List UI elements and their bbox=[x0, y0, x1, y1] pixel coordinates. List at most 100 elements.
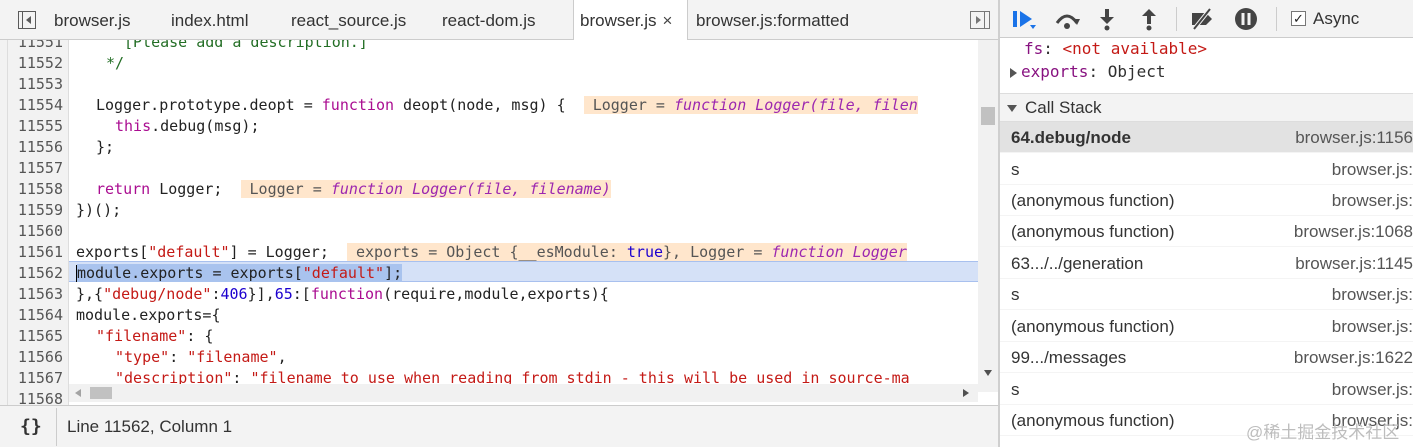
tab-browser-js-formatted[interactable]: browser.js:formatted bbox=[696, 0, 849, 40]
scope-key: fs bbox=[1024, 39, 1044, 58]
line-number[interactable]: 11557 bbox=[8, 158, 69, 179]
call-frame-location[interactable]: browser.js:1156 bbox=[1295, 122, 1413, 153]
call-frame-location[interactable]: browser.js: bbox=[1332, 374, 1413, 405]
step-over-icon[interactable] bbox=[1053, 7, 1081, 31]
code-token: Logger; bbox=[150, 180, 223, 198]
inline-token: Logger = bbox=[249, 180, 331, 198]
toggle-navigator-icon[interactable] bbox=[18, 11, 36, 29]
code-number: 406 bbox=[220, 285, 248, 303]
inline-keyword: function bbox=[771, 243, 844, 261]
call-frame-function: 99.../messages bbox=[1011, 348, 1127, 367]
collapse-arrow-icon[interactable] bbox=[1007, 105, 1017, 113]
code-token: , bbox=[277, 348, 287, 366]
call-frame-location[interactable]: browser.js: bbox=[1332, 154, 1413, 185]
code-token: exports[ bbox=[76, 243, 149, 261]
step-into-icon[interactable] bbox=[1096, 7, 1118, 31]
tab-browser-js[interactable]: browser.js bbox=[54, 0, 131, 40]
tab-react-dom-js[interactable]: react-dom.js bbox=[442, 0, 536, 40]
line-number[interactable]: 11556 bbox=[8, 137, 69, 158]
line-number[interactable]: 11567 bbox=[8, 368, 69, 389]
code-line: })(); bbox=[76, 201, 122, 219]
line-number[interactable]: 11560 bbox=[8, 221, 69, 242]
resume-icon[interactable] bbox=[1010, 7, 1038, 31]
toggle-debugger-icon[interactable] bbox=[970, 11, 990, 29]
vertical-scrollbar[interactable] bbox=[978, 40, 998, 392]
step-out-icon[interactable] bbox=[1138, 7, 1160, 31]
scroll-right-arrow-icon[interactable] bbox=[963, 389, 969, 397]
pause-on-exceptions-icon[interactable] bbox=[1233, 7, 1259, 31]
horizontal-scroll-thumb[interactable] bbox=[90, 387, 112, 399]
line-number[interactable]: 11564 bbox=[8, 305, 69, 326]
sources-panel: browser.js index.html react_source.js re… bbox=[0, 0, 998, 447]
selected-token: module.exports = exports[ bbox=[77, 264, 303, 282]
line-number[interactable]: 11568 bbox=[8, 389, 69, 405]
call-frame[interactable]: (anonymous function) browser.js: bbox=[1000, 185, 1413, 216]
call-stack-title: Call Stack bbox=[1025, 98, 1102, 117]
scroll-down-arrow-icon[interactable] bbox=[984, 370, 992, 376]
call-frame-location[interactable]: browser.js:1068 bbox=[1294, 216, 1413, 247]
line-number-gutter[interactable]: 11551 11552 11553 11554 11555 11556 1155… bbox=[8, 40, 69, 405]
pretty-print-button[interactable]: {} bbox=[20, 416, 42, 437]
code-line: return Logger; Logger = function Logger(… bbox=[96, 179, 611, 200]
code-editor[interactable]: 11551 11552 11553 11554 11555 11556 1155… bbox=[0, 40, 998, 405]
code-token: deopt(node, msg) { bbox=[394, 96, 566, 114]
call-frame[interactable]: (anonymous function) browser.js: bbox=[1000, 311, 1413, 342]
call-stack-header[interactable]: Call Stack bbox=[1000, 93, 1413, 122]
code-line: }; bbox=[96, 138, 115, 156]
line-number[interactable]: 11551 bbox=[8, 40, 69, 53]
call-frame-location[interactable]: browser.js: bbox=[1332, 311, 1413, 342]
tab-index-html[interactable]: index.html bbox=[171, 0, 248, 40]
line-number[interactable]: 11553 bbox=[8, 74, 69, 95]
code-string: "filename" bbox=[96, 327, 187, 345]
deactivate-breakpoints-icon[interactable] bbox=[1188, 7, 1216, 31]
horizontal-scrollbar[interactable] bbox=[69, 384, 978, 402]
call-frame[interactable]: s browser.js: bbox=[1000, 279, 1413, 310]
editor-left-strip bbox=[0, 40, 8, 405]
line-number[interactable]: 11563 bbox=[8, 284, 69, 305]
async-label: Async bbox=[1313, 9, 1360, 28]
code-keyword: function bbox=[310, 285, 384, 303]
line-number[interactable]: 11558 bbox=[8, 179, 69, 200]
code-string: "debug/node" bbox=[103, 285, 212, 303]
close-tab-icon[interactable]: × bbox=[663, 11, 673, 30]
line-number[interactable]: 11554 bbox=[8, 95, 69, 116]
inline-token: }, Logger = bbox=[663, 243, 772, 261]
line-number[interactable]: 11561 bbox=[8, 242, 69, 263]
code-token: : bbox=[211, 285, 221, 303]
line-number[interactable]: 11555 bbox=[8, 116, 69, 137]
call-frame[interactable]: s browser.js: bbox=[1000, 374, 1413, 405]
scroll-left-arrow-icon[interactable] bbox=[75, 389, 81, 397]
call-frame-location[interactable]: browser.js: bbox=[1332, 185, 1413, 216]
call-frame[interactable]: 64.debug/node browser.js:1156 bbox=[1000, 122, 1413, 153]
line-number[interactable]: 11552 bbox=[8, 53, 69, 74]
inline-keyword: function bbox=[674, 96, 747, 114]
tab-browser-js-active[interactable]: browser.js × bbox=[573, 0, 688, 41]
line-number[interactable]: 11565 bbox=[8, 326, 69, 347]
call-frame[interactable]: s browser.js: bbox=[1000, 154, 1413, 185]
scope-value: <not available> bbox=[1062, 39, 1208, 58]
line-number[interactable]: 11559 bbox=[8, 200, 69, 221]
call-frame[interactable]: (anonymous function) browser.js:1068 bbox=[1000, 216, 1413, 247]
selected-token: ]; bbox=[384, 264, 403, 282]
scope-variable-exports[interactable]: exports: Object bbox=[1010, 60, 1166, 83]
tab-react-source-js[interactable]: react_source.js bbox=[291, 0, 406, 40]
code-line-current: module.exports = exports["default"]; bbox=[76, 263, 403, 284]
scope-variable-fs[interactable]: fs: <not available> bbox=[1024, 37, 1207, 60]
call-frame[interactable]: 63.../../generation browser.js:1145 bbox=[1000, 248, 1413, 279]
call-frame-function: 63.../../generation bbox=[1011, 254, 1144, 273]
call-frame[interactable]: 99.../messages browser.js:1622 bbox=[1000, 342, 1413, 373]
code-string: "filename" bbox=[187, 348, 278, 366]
line-number[interactable]: 11566 bbox=[8, 347, 69, 368]
scope-separator: : bbox=[1043, 39, 1063, 58]
code-keyword: function bbox=[321, 96, 395, 114]
call-frame-function: s bbox=[1011, 380, 1020, 399]
code-token: }], bbox=[247, 285, 275, 303]
call-frame-location[interactable]: browser.js:1145 bbox=[1295, 248, 1413, 279]
call-frame-location[interactable]: browser.js:1622 bbox=[1294, 342, 1413, 373]
expand-arrow-icon[interactable] bbox=[1010, 67, 1017, 78]
line-number[interactable]: 11562 bbox=[8, 263, 69, 284]
call-frame-location[interactable]: browser.js: bbox=[1332, 279, 1413, 310]
vertical-scroll-thumb[interactable] bbox=[981, 107, 995, 125]
async-checkbox[interactable]: ✓ bbox=[1291, 11, 1306, 26]
code-keyword: return bbox=[96, 180, 151, 198]
